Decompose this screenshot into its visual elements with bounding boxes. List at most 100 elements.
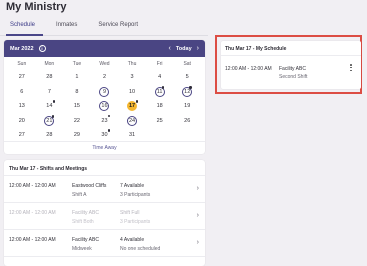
time-away-link[interactable]: Time Away: [4, 141, 205, 154]
calendar-day[interactable]: 2: [91, 70, 119, 85]
tab-service-report[interactable]: Service Report: [98, 22, 138, 35]
calendar-day-number: 31: [129, 132, 136, 139]
info-icon[interactable]: i: [38, 45, 46, 52]
calendar-day[interactable]: 17: [118, 99, 146, 114]
calendar-day-number: 3: [130, 74, 134, 81]
shift-location: Facility ABC: [72, 210, 99, 216]
calendar-day[interactable]: 1: [63, 70, 91, 85]
weekday-label: Thu: [127, 61, 137, 67]
calendar-day[interactable]: 3: [118, 70, 146, 85]
calendar-day[interactable]: 14: [36, 99, 64, 114]
calendar-day[interactable]: 9: [91, 85, 119, 100]
shift-location: Eastwood Cliffs: [72, 183, 107, 189]
calendar-day-number: 28: [46, 74, 53, 81]
weekday-label: Mon: [44, 61, 55, 67]
shift-name: Midweek: [72, 246, 92, 252]
calendar-day-number: 8: [75, 88, 79, 95]
calendar-day-number: 30: [101, 129, 111, 139]
calendar-day-number: 10: [129, 88, 136, 95]
shift-row[interactable]: 12:00 AM - 12:00 AM Eastwood Cliffs Shif…: [4, 176, 205, 203]
calendar-day-number: 27: [18, 132, 25, 139]
calendar-day-number: 23: [101, 114, 111, 124]
calendar-day-number: 22: [73, 117, 80, 124]
calendar-day[interactable]: 12: [173, 85, 201, 100]
shift-row[interactable]: 12:00 AM - 12:00 AM Facility ABC Midweek…: [4, 230, 205, 257]
calendar-day-number: [155, 130, 165, 140]
page-title: My Ministry: [6, 1, 67, 13]
calendar-day-number: 26: [184, 117, 191, 124]
schedule-time: 12:00 AM - 12:00 AM: [225, 66, 272, 72]
shift-time: 12:00 AM - 12:00 AM: [9, 183, 56, 189]
chevron-right-icon: ›: [196, 212, 199, 219]
calendar-day[interactable]: 8: [63, 85, 91, 100]
shifts-card: Thu Mar 17 - Shifts and Meetings 12:00 A…: [4, 160, 205, 266]
calendar-day[interactable]: 7: [36, 85, 64, 100]
calendar-day[interactable]: 26: [173, 114, 201, 129]
calendar-day-number: 4: [158, 74, 162, 81]
calendar-day-number: 11: [154, 86, 165, 97]
calendar-day-number: 1: [75, 74, 79, 81]
active-tab-indicator: [6, 34, 43, 36]
calendar-day[interactable]: 28: [36, 70, 64, 85]
shift-time: 12:00 AM - 12:00 AM: [9, 210, 56, 216]
calendar-day-number: 14: [46, 100, 56, 110]
calendar-day[interactable]: 19: [173, 99, 201, 114]
calendar-day[interactable]: 6: [8, 85, 36, 100]
calendar-day[interactable]: 25: [146, 114, 174, 129]
calendar-day-number: 12: [182, 86, 193, 97]
calendar-day[interactable]: 5: [173, 70, 201, 85]
calendar-day[interactable]: 22: [63, 114, 91, 129]
today-button[interactable]: Today: [176, 46, 192, 52]
shift-name: Shift Both: [72, 219, 94, 225]
calendar-day[interactable]: 18: [146, 99, 174, 114]
my-schedule-title: Thu Mar 17 - My Schedule: [221, 41, 361, 56]
weekday-label: Fri: [156, 61, 163, 67]
calendar-day-number: 6: [20, 88, 24, 95]
chevron-right-icon[interactable]: ›: [197, 45, 199, 52]
calendar-day-today: 17: [127, 100, 139, 112]
calendar-day[interactable]: 21: [36, 114, 64, 129]
calendar-day-number: 27: [18, 74, 25, 81]
calendar-day-number: [182, 130, 192, 140]
calendar-day-number: 18: [156, 103, 163, 110]
calendar-day-number: 2: [102, 74, 107, 81]
calendar-day-number: 25: [156, 117, 163, 124]
calendar-day[interactable]: 20: [8, 114, 36, 129]
calendar-day-number: 21: [44, 115, 55, 126]
calendar-grid: Sun Mon Tue Wed Thu Fri Sat 27 28 1 2 3 4 5 6 7 8 9 10 11 12…: [4, 57, 205, 143]
more-options-icon[interactable]: [350, 64, 353, 73]
calendar-day[interactable]: 13: [8, 99, 36, 114]
calendar-nav: ‹ Today ›: [169, 40, 199, 57]
chevron-left-icon[interactable]: ‹: [169, 45, 171, 52]
weekday-label: Sat: [183, 61, 191, 67]
shift-row[interactable]: 12:00 AM - 12:00 AM Facility ABC Shift B…: [4, 203, 205, 230]
calendar-day[interactable]: 24: [118, 114, 146, 129]
calendar-day[interactable]: 16: [91, 99, 119, 114]
shift-availability: 4 Available: [120, 237, 145, 243]
calendar-day-number: 29: [73, 132, 80, 139]
calendar-day[interactable]: 4: [146, 70, 174, 85]
calendar-day[interactable]: 15: [63, 99, 91, 114]
shift-availability: Shift Full: [120, 210, 140, 216]
calendar-header: Mar 2022 i ‹ Today ›: [4, 40, 205, 57]
shifts-title: Thu Mar 17 - Shifts and Meetings: [4, 160, 205, 176]
calendar-day-number: 9: [99, 86, 110, 97]
shift-name: Shift A: [72, 192, 87, 198]
calendar-day-number: 19: [184, 103, 191, 110]
schedule-shift-name: Second Shift: [279, 74, 308, 80]
calendar-day[interactable]: 10: [118, 85, 146, 100]
calendar-day[interactable]: 11: [146, 85, 174, 100]
calendar-day[interactable]: 27: [8, 70, 36, 85]
calendar-month: Mar 2022: [10, 45, 34, 52]
calendar-day-number: 16: [99, 101, 110, 112]
calendar-day-number: 24: [127, 115, 138, 126]
shift-participants: 3 Participants: [120, 192, 151, 198]
shift-time: 12:00 AM - 12:00 AM: [9, 237, 56, 243]
my-schedule-card: Thu Mar 17 - My Schedule 12:00 AM - 12:0…: [221, 41, 361, 89]
chevron-right-icon: ›: [196, 239, 199, 246]
tab-inmates[interactable]: Inmates: [56, 22, 77, 35]
my-schedule-entry[interactable]: 12:00 AM - 12:00 AM Facility ABC Second …: [221, 56, 361, 88]
calendar-day[interactable]: 23: [91, 114, 119, 129]
calendar-day-number: 7: [47, 88, 51, 95]
weekday-label: Tue: [72, 61, 82, 67]
